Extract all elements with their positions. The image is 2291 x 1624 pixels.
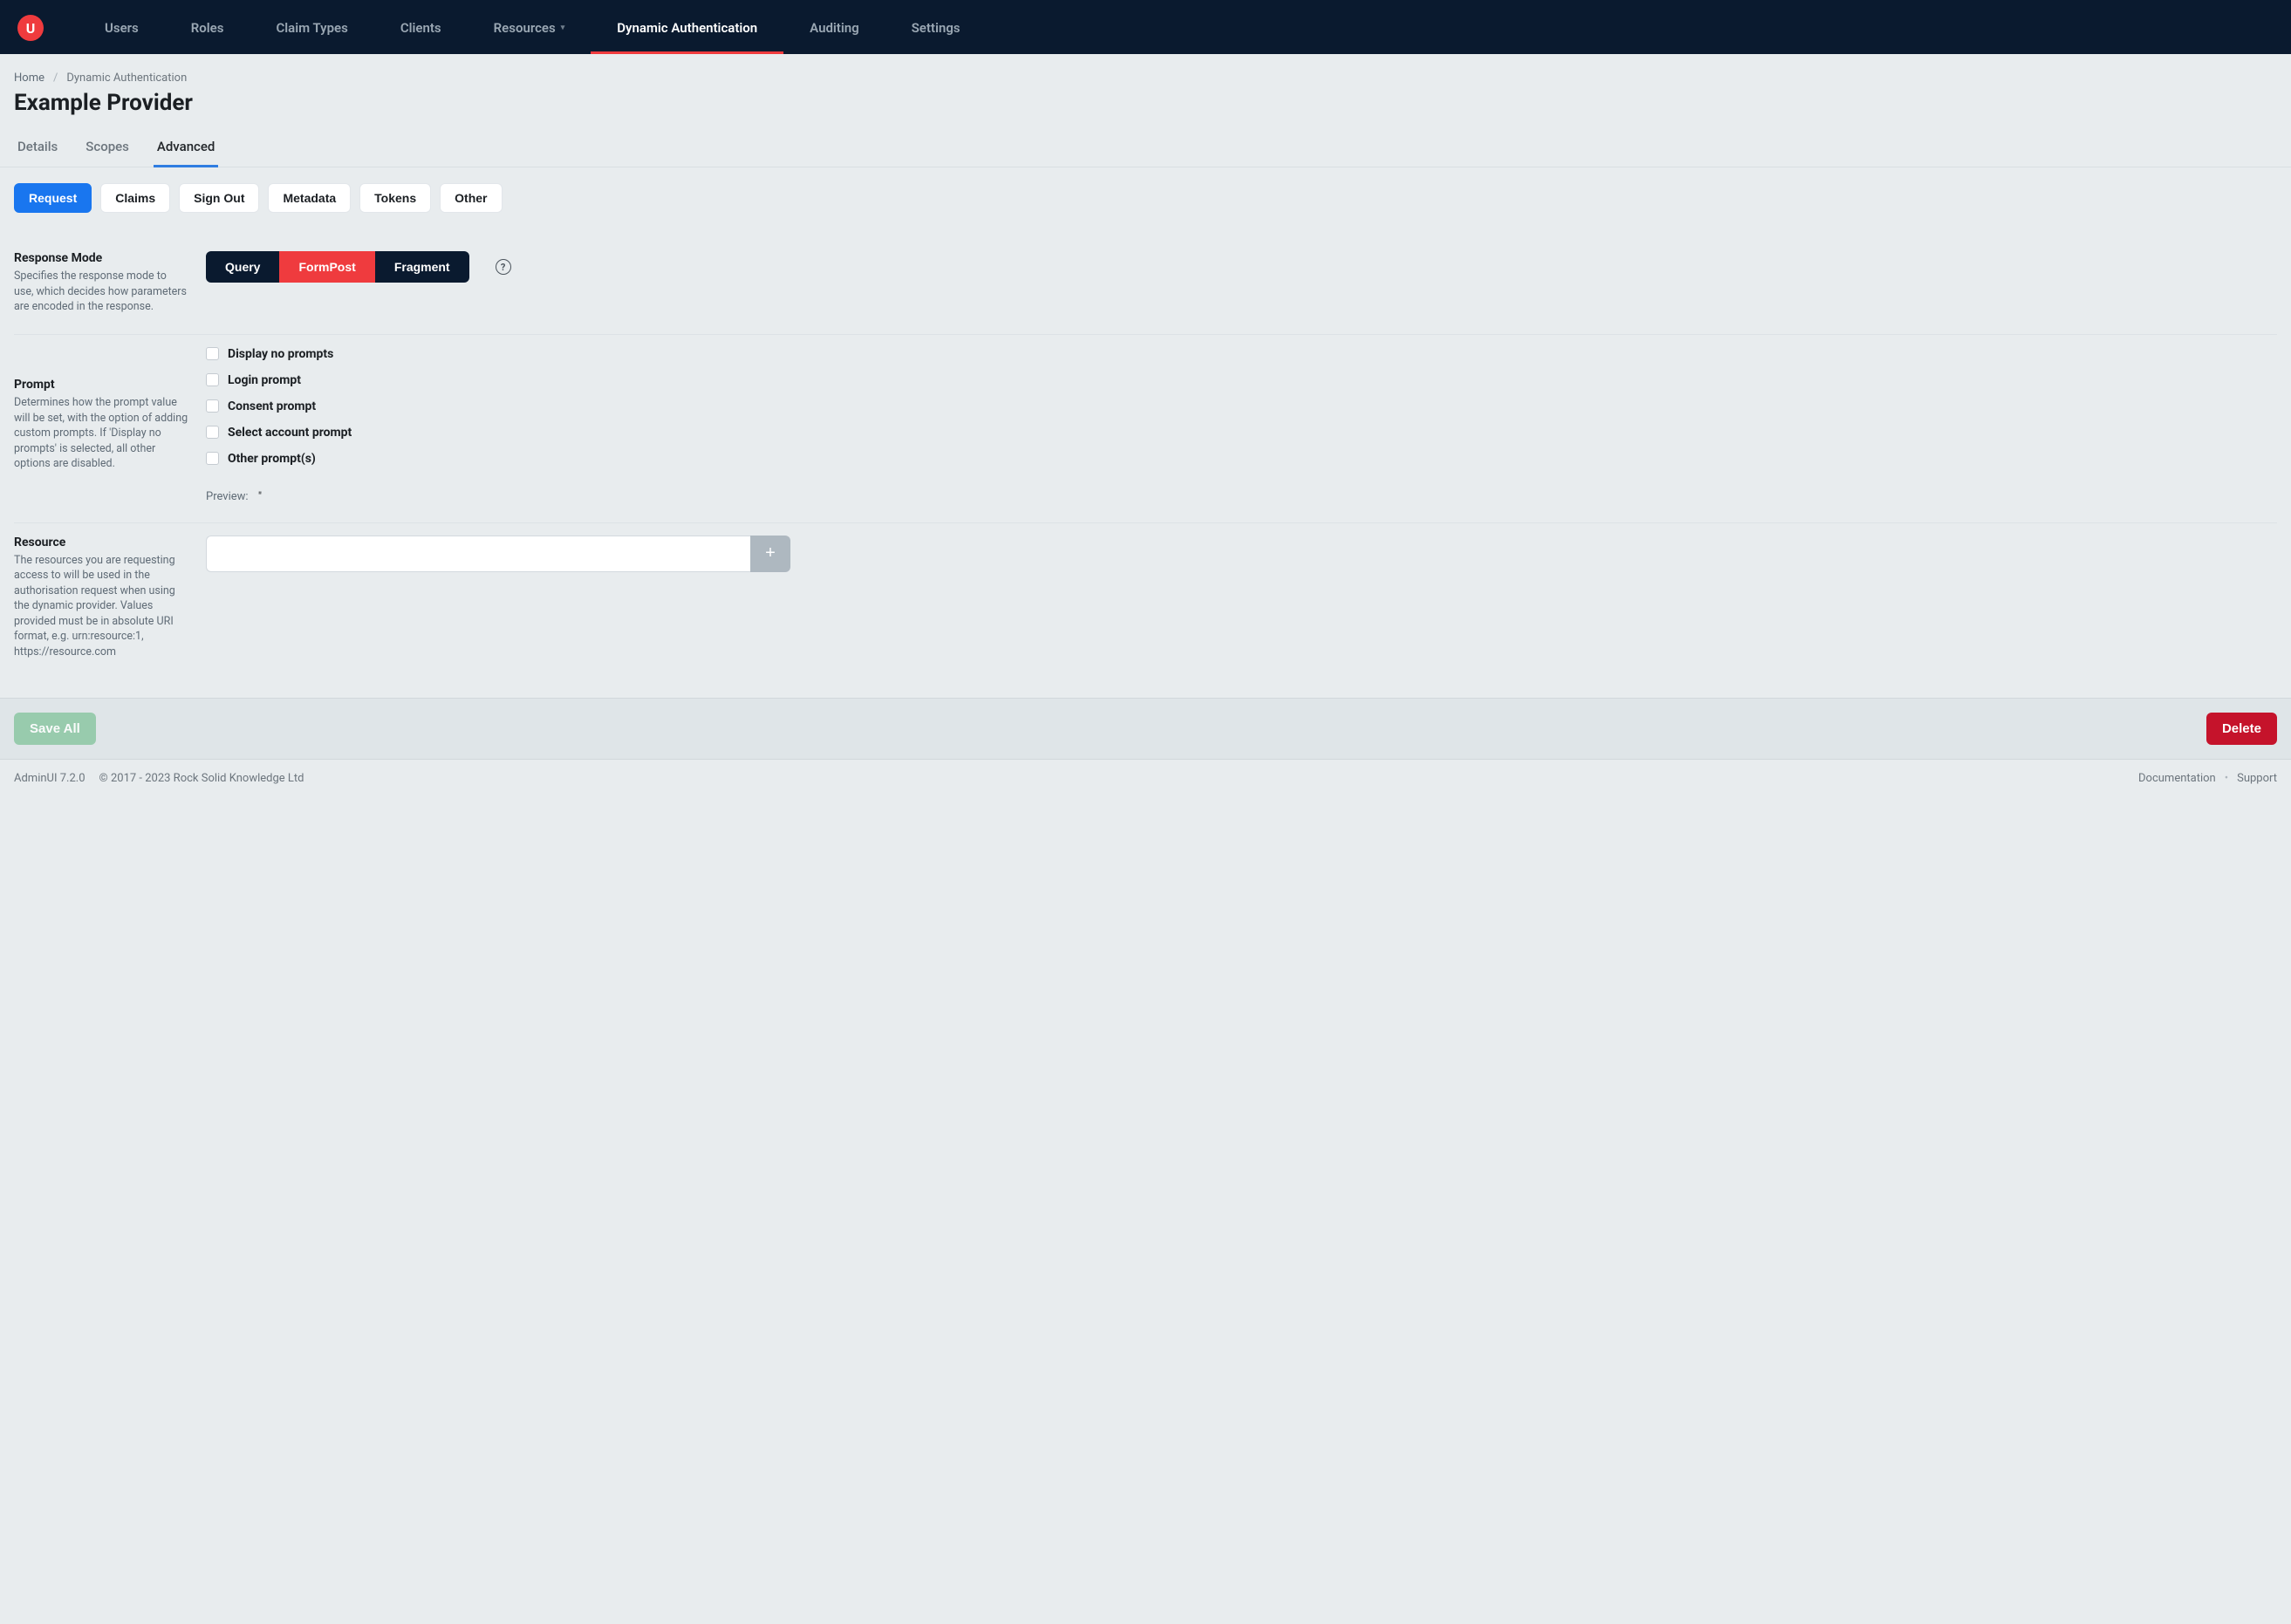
top-nav: U Users Roles Claim Types Clients Resources ▾… — [0, 0, 2291, 54]
page-header: Home / Dynamic Authentication Example Pr… — [0, 54, 2291, 116]
nav-item-label: Dynamic Authentication — [617, 20, 757, 36]
pill-claims[interactable]: Claims — [100, 183, 170, 213]
subtabs: Details Scopes Advanced — [0, 128, 2291, 167]
nav-item-users[interactable]: Users — [79, 2, 165, 54]
prompt-label: Prompt — [14, 378, 188, 392]
delete-button[interactable]: Delete — [2206, 713, 2277, 745]
prompt-check-list: Display no prompts Login prompt Consent pr… — [206, 347, 2277, 466]
logo-icon[interactable]: U — [17, 15, 44, 41]
pill-request[interactable]: Request — [14, 183, 92, 213]
footer-dot: • — [2225, 772, 2228, 785]
prompt-checkbox-select-account-prompt[interactable] — [206, 426, 219, 439]
nav-item-clients[interactable]: Clients — [374, 2, 468, 54]
tab-scopes[interactable]: Scopes — [82, 128, 133, 167]
page-title: Example Provider — [14, 90, 2277, 116]
prompt-checkbox-other-prompt-s-[interactable] — [206, 452, 219, 465]
prompt-checkbox-display-no-prompts[interactable] — [206, 347, 219, 360]
resource-input-row: + — [206, 536, 790, 572]
pill-bar: Request Claims Sign Out Metadata Tokens Other — [14, 183, 2277, 213]
nav-item-label: Claim Types — [276, 20, 347, 36]
prompt-checkbox-login-prompt[interactable] — [206, 373, 219, 386]
prompt-check-item: Display no prompts — [206, 347, 2277, 361]
section-response-mode: Response Mode Specifies the response mod… — [14, 239, 2277, 335]
breadcrumb-sep: / — [53, 72, 58, 85]
prompt-checkbox-label[interactable]: Display no prompts — [228, 347, 333, 361]
resource-desc: The resources you are requesting access … — [14, 553, 188, 660]
content: Request Claims Sign Out Metadata Tokens Other… — [0, 167, 2291, 679]
footer-version: AdminUI 7.2.0 — [14, 772, 85, 785]
nav-item-settings[interactable]: Settings — [886, 2, 987, 54]
prompt-checkbox-label[interactable]: Other prompt(s) — [228, 452, 316, 466]
response-mode-option-query[interactable]: Query — [206, 251, 279, 283]
prompt-checkbox-label[interactable]: Select account prompt — [228, 426, 352, 440]
nav-item-label: Resources — [494, 20, 556, 36]
nav-item-label: Auditing — [810, 20, 859, 36]
bottom-action-bar: Save All Delete — [0, 698, 2291, 759]
preview-label: Preview: — [206, 490, 249, 503]
save-all-button[interactable]: Save All — [14, 713, 96, 745]
prompt-check-item: Login prompt — [206, 373, 2277, 387]
breadcrumb-home[interactable]: Home — [14, 72, 44, 85]
response-mode-label: Response Mode — [14, 251, 188, 265]
response-mode-desc: Specifies the response mode to use, whic… — [14, 269, 188, 315]
section-prompt: Prompt Determines how the prompt value w… — [14, 335, 2277, 523]
resource-input[interactable] — [206, 536, 750, 572]
preview-value: " — [258, 490, 262, 503]
prompt-checkbox-label[interactable]: Consent prompt — [228, 399, 316, 413]
response-mode-option-formpost[interactable]: FormPost — [279, 251, 374, 283]
nav-item-label: Settings — [912, 20, 961, 36]
resource-label: Resource — [14, 536, 188, 549]
footer-support-link[interactable]: Support — [2237, 772, 2277, 785]
prompt-checkbox-label[interactable]: Login prompt — [228, 373, 301, 387]
breadcrumb: Home / Dynamic Authentication — [14, 72, 2277, 85]
nav-item-resources[interactable]: Resources ▾ — [468, 2, 592, 54]
pill-tokens[interactable]: Tokens — [359, 183, 431, 213]
section-resource: Resource The resources you are requestin… — [14, 523, 2277, 679]
tab-advanced[interactable]: Advanced — [154, 128, 218, 167]
pill-metadata[interactable]: Metadata — [268, 183, 351, 213]
nav-item-roles[interactable]: Roles — [165, 2, 250, 54]
response-mode-segmented: QueryFormPostFragment — [206, 251, 469, 283]
response-mode-option-fragment[interactable]: Fragment — [375, 251, 469, 283]
plus-icon: + — [765, 543, 776, 563]
footer-copyright: © 2017 - 2023 Rock Solid Knowledge Ltd — [99, 772, 304, 785]
chevron-down-icon: ▾ — [561, 24, 565, 32]
prompt-preview: Preview: " — [206, 490, 2277, 503]
nav-item-label: Roles — [191, 20, 224, 36]
breadcrumb-section: Dynamic Authentication — [66, 72, 187, 85]
footer: AdminUI 7.2.0 © 2017 - 2023 Rock Solid K… — [0, 759, 2291, 797]
footer-doc-link[interactable]: Documentation — [2138, 772, 2216, 785]
prompt-check-item: Select account prompt — [206, 426, 2277, 440]
resource-add-button[interactable]: + — [750, 536, 790, 572]
tab-details[interactable]: Details — [14, 128, 61, 167]
prompt-check-item: Consent prompt — [206, 399, 2277, 413]
nav-item-label: Clients — [400, 20, 441, 36]
pill-sign-out[interactable]: Sign Out — [179, 183, 259, 213]
prompt-check-item: Other prompt(s) — [206, 452, 2277, 466]
nav-item-auditing[interactable]: Auditing — [783, 2, 886, 54]
prompt-desc: Determines how the prompt value will be … — [14, 395, 188, 472]
nav-item-dynamic-authentication[interactable]: Dynamic Authentication — [591, 2, 783, 54]
pill-other[interactable]: Other — [440, 183, 502, 213]
help-icon[interactable]: ? — [496, 259, 511, 275]
nav-item-label: Users — [105, 20, 139, 36]
nav-item-claim-types[interactable]: Claim Types — [250, 2, 373, 54]
prompt-checkbox-consent-prompt[interactable] — [206, 399, 219, 413]
nav-items: Users Roles Claim Types Clients Resources ▾ Dy… — [79, 2, 986, 54]
